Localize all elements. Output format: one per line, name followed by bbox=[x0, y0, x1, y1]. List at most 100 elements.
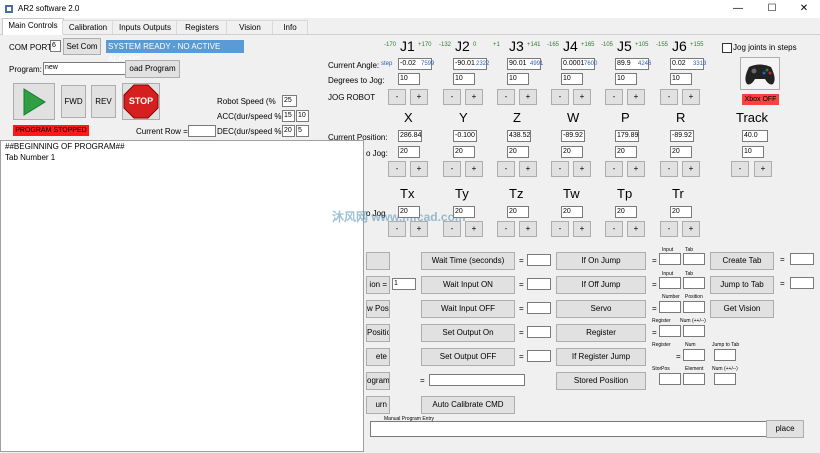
command-arg-field[interactable] bbox=[659, 301, 681, 313]
ogram-field[interactable] bbox=[429, 374, 525, 386]
command-arg-field[interactable] bbox=[659, 253, 681, 265]
command-button-left[interactable] bbox=[366, 252, 390, 270]
axis-jog-field[interactable]: 20 bbox=[398, 146, 420, 158]
axis-minus-button[interactable]: - bbox=[497, 161, 515, 177]
command-arg-field[interactable] bbox=[527, 302, 551, 314]
rev-button[interactable]: REV bbox=[91, 85, 116, 118]
axis-minus-button[interactable]: - bbox=[660, 161, 678, 177]
axis-jog-field[interactable]: 20 bbox=[561, 146, 583, 158]
tab-registers[interactable]: Registers bbox=[176, 20, 228, 34]
tool-axis-plus-button[interactable]: + bbox=[573, 221, 591, 237]
current-row-field[interactable] bbox=[188, 125, 216, 137]
joint-minus-button[interactable]: - bbox=[497, 89, 515, 105]
play-button[interactable] bbox=[13, 83, 55, 120]
command-button[interactable]: Get Vision bbox=[710, 300, 774, 318]
joint-jog-field[interactable]: 10 bbox=[615, 73, 637, 85]
track-plus-button[interactable]: + bbox=[754, 161, 772, 177]
command-arg-field[interactable] bbox=[527, 254, 551, 266]
tab-inputs-outputs[interactable]: Inputs Outputs bbox=[112, 20, 178, 34]
tool-axis-minus-button[interactable]: - bbox=[660, 221, 678, 237]
program-name-field[interactable]: new bbox=[43, 62, 130, 75]
axis-plus-button[interactable]: + bbox=[682, 161, 700, 177]
tool-axis-jog-field[interactable]: 20 bbox=[615, 206, 637, 218]
tool-axis-minus-button[interactable]: - bbox=[388, 221, 406, 237]
tool-axis-jog-field[interactable]: 20 bbox=[670, 206, 692, 218]
com-port-field[interactable]: 6 bbox=[50, 40, 61, 52]
command-button-left[interactable]: ete bbox=[366, 348, 390, 366]
axis-position-field[interactable]: -0.100 bbox=[453, 130, 477, 142]
acc-speed-field[interactable]: 10 bbox=[296, 110, 309, 122]
command-arg-field[interactable] bbox=[790, 277, 814, 289]
command-arg-field[interactable] bbox=[527, 350, 551, 362]
command-button[interactable]: Jump to Tab bbox=[710, 276, 774, 294]
command-button[interactable]: Stored Position bbox=[556, 372, 646, 390]
axis-position-field[interactable]: -89.92 bbox=[561, 130, 585, 142]
tool-axis-minus-button[interactable]: - bbox=[497, 221, 515, 237]
command-arg-field[interactable] bbox=[659, 325, 681, 337]
tool-axis-minus-button[interactable]: - bbox=[551, 221, 569, 237]
command-arg-field[interactable] bbox=[527, 326, 551, 338]
command-arg-field[interactable] bbox=[659, 277, 681, 289]
joint-minus-button[interactable]: - bbox=[388, 89, 406, 105]
fwd-button[interactable]: FWD bbox=[61, 85, 86, 118]
tool-axis-plus-button[interactable]: + bbox=[410, 221, 428, 237]
axis-jog-field[interactable]: 20 bbox=[507, 146, 529, 158]
joint-jog-field[interactable]: 10 bbox=[670, 73, 692, 85]
auto-calibrate-button[interactable]: Auto Calibrate CMD bbox=[421, 396, 515, 414]
joint-jog-field[interactable]: 10 bbox=[507, 73, 529, 85]
axis-plus-button[interactable]: + bbox=[465, 161, 483, 177]
command-button[interactable]: Servo bbox=[556, 300, 646, 318]
joint-plus-button[interactable]: + bbox=[682, 89, 700, 105]
axis-jog-field[interactable]: 20 bbox=[453, 146, 475, 158]
command-arg-field[interactable] bbox=[683, 301, 705, 313]
joint-jog-field[interactable]: 10 bbox=[398, 73, 420, 85]
track-minus-button[interactable]: - bbox=[731, 161, 749, 177]
command-button-left[interactable]: ion = bbox=[366, 276, 390, 294]
joint-plus-button[interactable]: + bbox=[627, 89, 645, 105]
replace-button[interactable]: place bbox=[766, 420, 804, 438]
close-button[interactable]: ✕ bbox=[788, 0, 820, 18]
tool-axis-minus-button[interactable]: - bbox=[443, 221, 461, 237]
joint-minus-button[interactable]: - bbox=[660, 89, 678, 105]
command-button[interactable]: If On Jump bbox=[556, 252, 646, 270]
tool-axis-plus-button[interactable]: + bbox=[519, 221, 537, 237]
axis-minus-button[interactable]: - bbox=[443, 161, 461, 177]
command-arg-field[interactable] bbox=[714, 373, 736, 385]
tab-info[interactable]: Info bbox=[272, 20, 308, 34]
command-button[interactable]: Wait Time (seconds) bbox=[421, 252, 515, 270]
manual-entry-field[interactable] bbox=[370, 421, 775, 437]
jog-steps-checkbox[interactable] bbox=[722, 43, 732, 53]
command-button[interactable]: Set Output OFF bbox=[421, 348, 515, 366]
command-arg-field[interactable] bbox=[790, 253, 814, 265]
axis-plus-button[interactable]: + bbox=[573, 161, 591, 177]
command-button[interactable]: Create Tab bbox=[710, 252, 774, 270]
axis-minus-button[interactable]: - bbox=[605, 161, 623, 177]
joint-minus-button[interactable]: - bbox=[605, 89, 623, 105]
command-button[interactable]: If Off Jump bbox=[556, 276, 646, 294]
axis-minus-button[interactable]: - bbox=[388, 161, 406, 177]
tab-vision[interactable]: Vision bbox=[226, 20, 274, 34]
set-com-button[interactable]: Set Com bbox=[63, 38, 101, 55]
joint-jog-field[interactable]: 10 bbox=[453, 73, 475, 85]
tool-axis-jog-field[interactable]: 20 bbox=[561, 206, 583, 218]
axis-position-field[interactable]: 286.84 bbox=[398, 130, 422, 142]
axis-minus-button[interactable]: - bbox=[551, 161, 569, 177]
tool-axis-jog-field[interactable]: 20 bbox=[453, 206, 475, 218]
command-arg-field[interactable] bbox=[683, 253, 705, 265]
tab-main-controls[interactable]: Main Controls bbox=[2, 18, 64, 35]
command-arg-field[interactable] bbox=[714, 349, 736, 361]
joint-minus-button[interactable]: - bbox=[551, 89, 569, 105]
minimize-button[interactable]: — bbox=[722, 0, 754, 18]
command-arg-field[interactable] bbox=[659, 373, 681, 385]
joint-plus-button[interactable]: + bbox=[573, 89, 591, 105]
tab-calibration[interactable]: Calibration bbox=[62, 20, 114, 34]
axis-jog-field[interactable]: 20 bbox=[615, 146, 637, 158]
maximize-button[interactable]: ☐ bbox=[756, 0, 788, 18]
command-arg-field[interactable] bbox=[683, 277, 705, 289]
joint-minus-button[interactable]: - bbox=[443, 89, 461, 105]
axis-plus-button[interactable]: + bbox=[519, 161, 537, 177]
command-button[interactable]: Wait Input OFF bbox=[421, 300, 515, 318]
axis-jog-field[interactable]: 20 bbox=[670, 146, 692, 158]
tool-axis-jog-field[interactable]: 20 bbox=[507, 206, 529, 218]
command-value-field[interactable]: 1 bbox=[392, 278, 416, 290]
